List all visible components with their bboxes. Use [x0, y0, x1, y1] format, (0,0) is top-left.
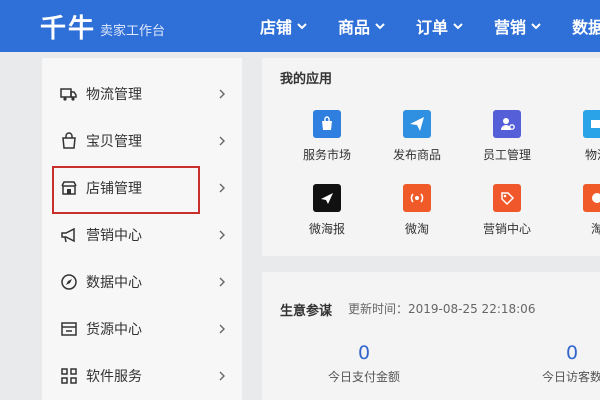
chevron-right-icon	[219, 136, 225, 146]
app-publish-product[interactable]: 发布商品	[372, 110, 462, 163]
nav-shop-menu[interactable]: 店铺	[260, 14, 308, 38]
sidebar-item-label: 宝贝管理	[86, 134, 142, 150]
sidebar: 物流管理 宝贝管理 店铺管理 营销中心 数据中心 货源中心 软件服务	[42, 58, 242, 400]
app-logistics[interactable]: 物流	[552, 110, 600, 163]
market-bag-icon	[313, 110, 341, 138]
app-label: 微淘	[404, 222, 429, 236]
top-navigation-bar: 千牛 卖家工作台 店铺 商品 订单 营销 数据	[0, 0, 600, 52]
app-icon	[583, 184, 600, 212]
metric-today-visitors[interactable]: 0 今日访客数	[512, 342, 600, 385]
sidebar-item-logistics[interactable]: 物流管理	[42, 76, 242, 112]
nav-marketing-label: 营销	[494, 18, 527, 37]
app-label: 微海报	[308, 222, 345, 236]
metric-label: 今日访客数	[541, 370, 600, 384]
sidebar-item-software[interactable]: 软件服务	[42, 358, 242, 394]
app-label: 发布商品	[392, 148, 441, 162]
nav-data-label: 数据	[572, 18, 600, 37]
business-advisor-title: 生意参谋	[280, 304, 333, 319]
sidebar-item-label: 货源中心	[86, 322, 142, 338]
sidebar-item-shop-management[interactable]: 店铺管理	[42, 166, 242, 214]
send-icon	[403, 110, 431, 138]
app-label: 营销中心	[482, 222, 531, 236]
sidebar-item-marketing[interactable]: 营销中心	[42, 217, 242, 253]
metric-today-payment[interactable]: 0 今日支付金额	[304, 342, 424, 385]
sidebar-item-label: 营销中心	[86, 228, 142, 244]
chevron-down-icon	[531, 23, 541, 30]
update-time: 更新时间：2019-08-25 22:18:06	[348, 302, 536, 316]
nav-marketing-menu[interactable]: 营销	[494, 14, 542, 38]
sidebar-item-sourcing[interactable]: 货源中心	[42, 311, 242, 347]
chevron-right-icon	[219, 183, 225, 193]
bag-icon	[62, 132, 76, 149]
truck-icon	[60, 88, 77, 101]
metric-label: 今日支付金额	[327, 370, 400, 384]
my-apps-title: 我的应用	[280, 72, 333, 87]
sidebar-item-label: 物流管理	[86, 87, 142, 103]
chevron-right-icon	[219, 277, 225, 287]
nav-products-menu[interactable]: 商品	[338, 14, 386, 38]
broadcast-icon	[403, 184, 431, 212]
box-icon	[61, 322, 77, 336]
app-micro-poster[interactable]: 微海报	[282, 184, 372, 237]
paper-plane-icon	[313, 184, 341, 212]
megaphone-icon	[61, 227, 75, 243]
user-gear-icon	[493, 110, 521, 138]
metric-value: 0	[357, 342, 371, 364]
chevron-right-icon	[219, 230, 225, 240]
my-apps-panel: 我的应用 服务市场 发布商品 员工管理 物流 微海报 微淘	[262, 58, 600, 256]
logistics-icon	[583, 110, 600, 138]
shop-icon	[61, 181, 77, 195]
sidebar-item-label: 数据中心	[86, 275, 142, 291]
chevron-right-icon	[219, 371, 225, 381]
nav-products-label: 商品	[338, 18, 371, 37]
chevron-down-icon	[453, 23, 463, 30]
chevron-down-icon	[375, 23, 385, 30]
sidebar-item-products[interactable]: 宝贝管理	[42, 123, 242, 159]
chevron-down-icon	[297, 23, 307, 30]
main-nav: 店铺 商品 订单 营销 数据	[260, 14, 600, 38]
app-weitao[interactable]: 微淘	[372, 184, 462, 237]
compass-icon	[61, 274, 77, 290]
app-label: 员工管理	[482, 148, 531, 162]
nav-shop-label: 店铺	[260, 18, 293, 37]
app-subtitle: 卖家工作台	[100, 24, 166, 39]
nav-orders-label: 订单	[416, 18, 449, 37]
app-label: 物流	[584, 148, 600, 162]
app-logo: 千牛	[40, 14, 97, 44]
metric-value: 0	[565, 342, 579, 364]
app-tao[interactable]: 淘	[552, 184, 600, 237]
grid-icon	[61, 368, 77, 384]
app-staff-management[interactable]: 员工管理	[462, 110, 552, 163]
sidebar-item-data-center[interactable]: 数据中心	[42, 264, 242, 300]
app-label: 服务市场	[302, 148, 351, 162]
chevron-right-icon	[219, 89, 225, 99]
sidebar-item-label: 软件服务	[86, 369, 142, 385]
tag-icon	[493, 184, 521, 212]
app-marketing-center[interactable]: 营销中心	[462, 184, 552, 237]
business-advisor-panel: 生意参谋 更新时间：2019-08-25 22:18:06 0 今日支付金额 0…	[262, 272, 600, 400]
sidebar-item-label: 店铺管理	[86, 181, 142, 197]
app-label: 淘	[590, 222, 600, 236]
nav-data-menu[interactable]: 数据	[572, 14, 600, 38]
chevron-right-icon	[219, 324, 225, 334]
app-service-market[interactable]: 服务市场	[282, 110, 372, 163]
nav-orders-menu[interactable]: 订单	[416, 14, 464, 38]
